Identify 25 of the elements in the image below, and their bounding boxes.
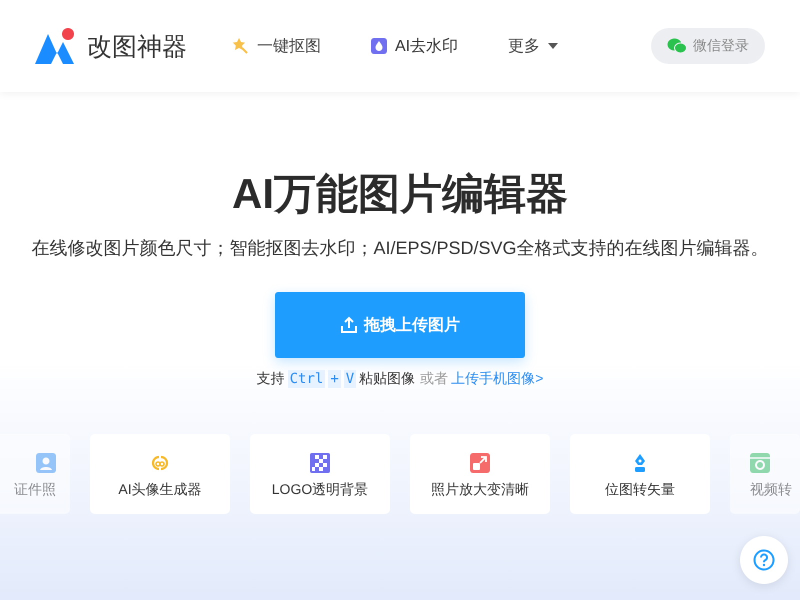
wechat-icon [667, 38, 687, 54]
tool-card[interactable]: AI头像生成器 [90, 434, 230, 514]
tool-card[interactable]: LOGO透明背景 [250, 434, 390, 514]
subtitle: 在线修改图片颜色尺寸；智能抠图去水印；AI/EPS/PSD/SVG全格式支持的在线图片编辑器。 [31, 237, 769, 260]
tool-card[interactable]: 位图转矢量 [570, 434, 710, 514]
upload-icon [340, 316, 358, 334]
help-icon[interactable] [753, 549, 775, 571]
plus-sign: + [328, 370, 341, 388]
checkerboard-icon [310, 453, 330, 473]
nav-link[interactable]: 更多 [508, 36, 558, 56]
nav-link[interactable]: AI去水印 [371, 36, 458, 56]
brand-name: 改图神器 [87, 32, 187, 62]
magic-wand-icon [231, 37, 249, 55]
key-label: V [344, 370, 356, 388]
page-title: AI万能图片编辑器 [232, 169, 568, 219]
person-card-icon [36, 453, 56, 473]
hint-text: 支持 [256, 370, 285, 388]
hint-text: 或者 [420, 370, 448, 388]
double-ring-icon [150, 453, 170, 473]
nav-link[interactable]: 一键抠图 [231, 36, 321, 56]
tool-card[interactable]: 照片放大变清晰 [410, 434, 550, 514]
hint-text: 粘贴图像 [359, 370, 416, 388]
caret-down-icon [548, 43, 558, 49]
key-label: Ctrl [288, 370, 326, 388]
droplet-icon [371, 38, 387, 54]
